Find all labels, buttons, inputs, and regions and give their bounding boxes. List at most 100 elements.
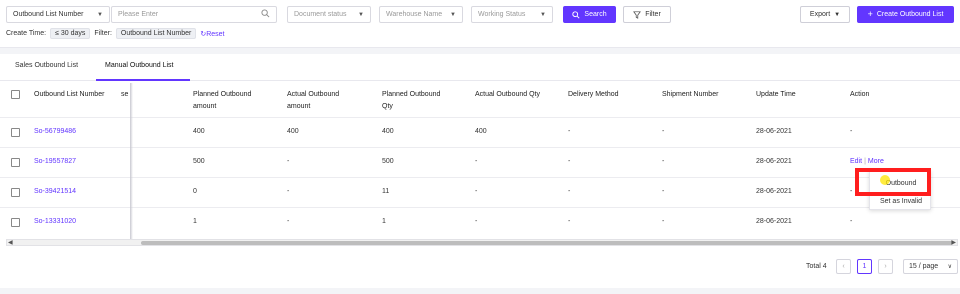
total-count: Total 4 [806, 263, 827, 270]
cell-delivery: - [568, 218, 571, 225]
table-row: So-56799486 400 400 400 400 - - 28-06-20… [0, 118, 960, 148]
scroll-right-icon[interactable]: ▶ [951, 239, 956, 246]
header-shipment-number[interactable]: Shipment Number [662, 90, 718, 100]
caret-down-icon: ▼ [834, 11, 841, 18]
cell-shipment: - [662, 128, 665, 135]
cell-update-time: 28-06-2021 [756, 188, 792, 195]
header-line: amount [193, 103, 217, 110]
header-actual-outbound-qty[interactable]: Actual Outbound Qty [475, 90, 540, 100]
more-link[interactable]: More [868, 158, 884, 165]
search-placeholder: Please Enter [118, 11, 159, 18]
header-line: Qty [382, 103, 393, 110]
page-number-button[interactable]: 1 [857, 259, 872, 274]
working-status-select[interactable]: Working Status ▼ [471, 6, 553, 23]
chevron-right-icon: › [884, 263, 887, 270]
cell-actual-qty: - [475, 218, 478, 225]
tab-sales-outbound-list[interactable]: Sales Outbound List [15, 62, 78, 69]
cell-planned-qty: 500 [382, 158, 394, 165]
cell-planned-amount: 400 [193, 128, 205, 135]
cell-action: Edit | More [850, 158, 884, 165]
warehouse-name-select[interactable]: Warehouse Name ▼ [379, 6, 463, 23]
mouse-cursor-indicator [880, 175, 890, 185]
cell-actual-amount: 400 [287, 128, 299, 135]
page-size-label: 15 / page [909, 263, 939, 270]
header-line: Planned Outbound [382, 91, 441, 98]
cell-action: - [850, 188, 853, 195]
row-checkbox[interactable] [11, 128, 20, 137]
tab-bar: Sales Outbound List Manual Outbound List [0, 54, 960, 81]
plus-icon: + [867, 9, 873, 19]
outbound-number-link[interactable]: So-56799486 [34, 128, 76, 135]
search-field-select[interactable]: Outbound List Number ▼ [6, 6, 110, 23]
header-line: Planned Outbound [193, 91, 252, 98]
cell-update-time: 28-06-2021 [756, 128, 792, 135]
cell-action: - [850, 128, 853, 135]
row-checkbox[interactable] [11, 158, 20, 167]
search-input[interactable]: Please Enter [111, 6, 277, 23]
outbound-number-link[interactable]: So-39421514 [34, 188, 76, 195]
table-header: Outbound List Number se Planned Outbound… [0, 83, 960, 118]
search-field-label: Outbound List Number [13, 11, 84, 18]
cell-actual-qty: - [475, 188, 478, 195]
search-button[interactable]: Search [563, 6, 616, 23]
cell-shipment: - [662, 188, 665, 195]
document-status-select[interactable]: Document status ▼ [287, 6, 371, 23]
header-planned-outbound-amount[interactable]: Planned Outbound amount [193, 90, 251, 112]
cell-planned-qty: 1 [382, 218, 386, 225]
prev-page-button[interactable]: ‹ [836, 259, 851, 274]
page-size-select[interactable]: 15 / page ∨ [903, 259, 958, 274]
row-checkbox[interactable] [11, 188, 20, 197]
header-line: amount [287, 103, 311, 110]
cell-planned-amount: 1 [193, 218, 197, 225]
row-checkbox[interactable] [11, 218, 20, 227]
cell-actual-qty: - [475, 158, 478, 165]
chevron-down-icon: ▼ [450, 11, 456, 18]
active-filters: Create Time: ≤ 30 days Filter: Outbound … [6, 27, 225, 40]
chevron-down-icon: ∨ [947, 264, 952, 270]
outbound-number-link[interactable]: So-19557827 [34, 158, 76, 165]
header-planned-outbound-qty[interactable]: Planned Outbound Qty [382, 90, 440, 112]
tab-manual-outbound-list[interactable]: Manual Outbound List [105, 62, 174, 69]
header-update-time[interactable]: Update Time [756, 90, 796, 100]
filter-button[interactable]: Filter [623, 6, 671, 23]
scroll-left-icon[interactable]: ◀ [8, 239, 13, 246]
filter-chip-label: Filter: [94, 30, 112, 37]
chevron-down-icon: ▼ [97, 11, 103, 18]
header-outbound-list-number[interactable]: Outbound List Number [34, 90, 104, 100]
cell-update-time: 28-06-2021 [756, 218, 792, 225]
filter-chip[interactable]: Outbound List Number [115, 28, 197, 39]
header-delivery-method[interactable]: Delivery Method [568, 90, 619, 100]
create-outbound-list-button[interactable]: + Create Outbound List [857, 6, 954, 23]
reset-link[interactable]: ↻Reset [200, 30, 224, 38]
export-button-label: Export [809, 11, 831, 18]
cell-actual-amount: - [287, 158, 290, 165]
outbound-list-panel: Sales Outbound List Manual Outbound List… [0, 54, 960, 288]
search-icon[interactable] [261, 9, 270, 20]
outbound-number-link[interactable]: So-13331020 [34, 218, 76, 225]
export-button[interactable]: Export ▼ [800, 6, 850, 23]
cell-planned-amount: 500 [193, 158, 205, 165]
cell-planned-qty: 400 [382, 128, 394, 135]
fixed-column-shadow [130, 83, 133, 239]
horizontal-scrollbar[interactable]: ◀ ▶ [6, 239, 958, 246]
reset-label: Reset [206, 30, 225, 38]
filter-icon [633, 10, 642, 19]
header-line: Actual Outbound [287, 91, 340, 98]
cell-delivery: - [568, 128, 571, 135]
next-page-button[interactable]: › [878, 259, 893, 274]
cell-delivery: - [568, 158, 571, 165]
table-row: So-39421514 0 - 11 - - - 28-06-2021 - [0, 178, 960, 208]
filter-button-label: Filter [645, 11, 661, 18]
cell-planned-qty: 11 [382, 188, 390, 195]
cell-shipment: - [662, 218, 665, 225]
cell-actual-qty: 400 [475, 128, 487, 135]
edit-link[interactable]: Edit [850, 158, 862, 165]
scrollbar-thumb[interactable] [141, 241, 953, 245]
header-actual-outbound-amount[interactable]: Actual Outbound amount [287, 90, 339, 112]
select-all-checkbox[interactable] [11, 90, 20, 99]
create-time-chip[interactable]: ≤ 30 days [50, 28, 91, 39]
search-button-label: Search [584, 11, 607, 18]
cell-planned-amount: 0 [193, 188, 197, 195]
chevron-left-icon: ‹ [842, 263, 845, 270]
cell-shipment: - [662, 158, 665, 165]
